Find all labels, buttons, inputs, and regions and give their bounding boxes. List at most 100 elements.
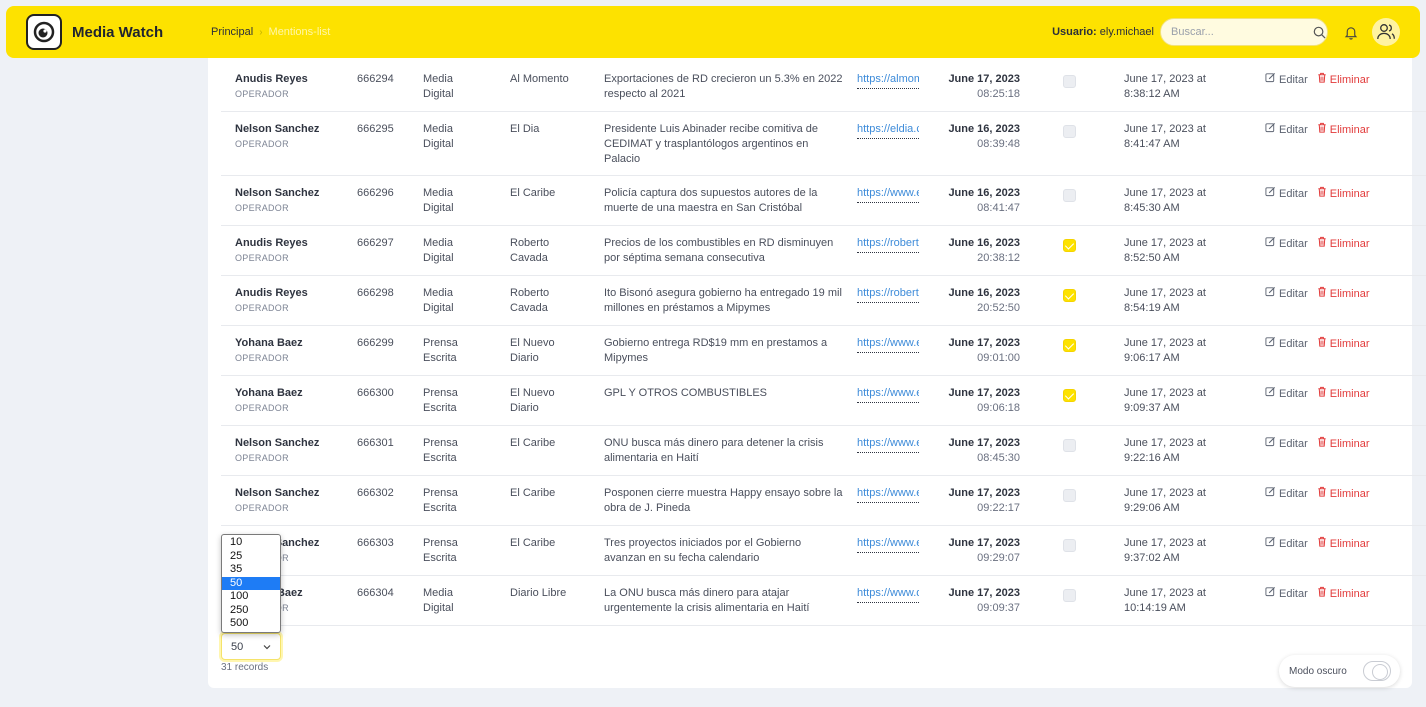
edit-label: Editar [1279, 123, 1308, 136]
edit-button[interactable]: Editar [1265, 536, 1308, 552]
users-icon[interactable] [1372, 18, 1400, 46]
operator-name: Nelson Sanchez [235, 187, 320, 199]
created-cell: June 17, 2023 at 8:38:12 AM [1124, 72, 1234, 102]
mention-link[interactable]: https://www.elnuevodiario.com.do [857, 336, 919, 353]
publish-time: 09:22:17 [977, 502, 1020, 514]
page-size-value: 50 [231, 640, 244, 653]
created-time: 9:09:37 AM [1124, 402, 1180, 414]
created-date: June 17, 2023 at [1124, 237, 1206, 249]
row-checkbox[interactable] [1063, 439, 1076, 452]
edit-button[interactable]: Editar [1265, 72, 1308, 88]
delete-button[interactable]: Eliminar [1317, 436, 1370, 452]
edit-button[interactable]: Editar [1265, 186, 1308, 202]
mention-link[interactable]: https://www.diariolibre.com [857, 586, 919, 603]
edit-button[interactable]: Editar [1265, 586, 1308, 602]
row-checkbox[interactable] [1063, 589, 1076, 602]
dark-mode-toggle[interactable] [1363, 661, 1391, 681]
row-checkbox[interactable] [1063, 289, 1076, 302]
delete-button[interactable]: Eliminar [1317, 586, 1369, 602]
operator-name: Nelson Sanchez [235, 487, 320, 499]
created-cell: June 17, 2023 at 8:52:50 AM [1124, 236, 1234, 266]
edit-icon [1265, 386, 1279, 402]
mentions-card: Anudis Reyes OPERADOR 666294 Media Digital Al… [208, 58, 1426, 688]
trash-icon [1317, 236, 1330, 252]
media-type-line1: Media [423, 123, 453, 135]
mention-link[interactable]: https://www.elcaribe.com.do [857, 436, 919, 453]
edit-button[interactable]: Editar [1265, 236, 1308, 252]
breadcrumb-home-link[interactable]: Principal [211, 26, 253, 38]
created-date: June 17, 2023 at [1124, 73, 1206, 85]
operator-name: Yohana Baez [235, 387, 303, 399]
mention-title: GPL Y OTROS COMBUSTIBLES [604, 387, 768, 399]
row-checkbox[interactable] [1063, 339, 1076, 352]
delete-button[interactable]: Eliminar [1317, 486, 1369, 502]
delete-button[interactable]: Eliminar [1317, 286, 1369, 302]
brand[interactable]: Media Watch [6, 14, 211, 50]
edit-button[interactable]: Editar [1265, 122, 1308, 138]
row-checkbox[interactable] [1063, 189, 1076, 202]
row-checkbox[interactable] [1063, 389, 1076, 402]
page-size-dropdown: 10 25 35 50 100 250 500 [221, 534, 281, 633]
mention-id: 666299 [357, 337, 394, 349]
row-actions: Editar Eliminar [1265, 586, 1369, 602]
delete-button[interactable]: Eliminar [1317, 386, 1369, 402]
media-type-line2: Digital [423, 88, 454, 100]
source-cell: El Caribe [510, 186, 580, 201]
page-size-option[interactable]: 50 [222, 576, 280, 590]
page-size-option[interactable]: 10 [222, 536, 280, 550]
delete-button[interactable]: Eliminar [1317, 72, 1369, 88]
source-cell: El Dia [510, 122, 580, 137]
edit-icon [1265, 72, 1279, 88]
source-line2: Diario [510, 402, 539, 414]
delete-button[interactable]: Eliminar [1317, 186, 1369, 202]
operator-cell: Nelson Sanchez OPERADOR [235, 486, 345, 516]
search-icon[interactable] [1313, 26, 1326, 39]
source-line2: Diario [510, 352, 539, 364]
row-checkbox[interactable] [1063, 125, 1076, 138]
page-size-option[interactable]: 25 [222, 550, 280, 564]
search-box [1160, 18, 1328, 46]
created-date: June 17, 2023 at [1124, 587, 1206, 599]
mention-link[interactable]: https://robertocavada.com [857, 286, 919, 303]
media-type-line2: Digital [423, 138, 454, 150]
delete-button[interactable]: Eliminar [1317, 122, 1369, 138]
mention-id: 666297 [357, 237, 394, 249]
mention-link[interactable]: https://eldia.com.do [857, 122, 919, 139]
delete-label: Eliminar [1329, 437, 1370, 450]
edit-button[interactable]: Editar [1265, 336, 1308, 352]
topbar-right: Usuario: ely.michael [1052, 18, 1420, 46]
mention-link[interactable]: https://almomento.net [857, 72, 919, 89]
row-checkbox[interactable] [1063, 539, 1076, 552]
table-row: Anudis Reyes OPERADOR 666294 Media Digital Al… [221, 62, 1426, 112]
page-size-option[interactable]: 500 [222, 617, 280, 631]
operator-role: OPERADOR [235, 503, 289, 513]
page-size-select[interactable]: 50 [221, 633, 281, 660]
mention-link[interactable]: https://robertocavada.com [857, 236, 919, 253]
page-size-option[interactable]: 100 [222, 590, 280, 604]
operator-cell: Nelson Sanchez OPERADOR [235, 122, 345, 152]
edit-button[interactable]: Editar [1265, 286, 1308, 302]
search-input[interactable] [1171, 26, 1313, 38]
bell-icon[interactable] [1344, 25, 1358, 40]
page-size-option[interactable]: 35 [222, 563, 280, 577]
mention-link[interactable]: https://www.elnuevodiario.com.do [857, 386, 919, 403]
page-size-option[interactable]: 250 [222, 604, 280, 618]
mention-id: 666294 [357, 73, 394, 85]
row-checkbox[interactable] [1063, 239, 1076, 252]
media-type-line1: Media [423, 587, 453, 599]
table-row: Nelson Sanchez OPERADOR 666295 Media Digital… [221, 112, 1426, 176]
delete-button[interactable]: Eliminar [1317, 336, 1369, 352]
mention-link[interactable]: https://www.elcaribe.com.do [857, 486, 919, 503]
row-checkbox[interactable] [1063, 489, 1076, 502]
edit-button[interactable]: Editar [1265, 386, 1308, 402]
delete-button[interactable]: Eliminar [1317, 236, 1369, 252]
edit-button[interactable]: Editar [1265, 436, 1308, 452]
edit-button[interactable]: Editar [1265, 486, 1308, 502]
trash-icon [1317, 186, 1330, 202]
source-line1: El Caribe [510, 437, 556, 449]
row-checkbox[interactable] [1063, 75, 1076, 88]
breadcrumb-current: Mentions-list [268, 26, 331, 38]
delete-button[interactable]: Eliminar [1317, 536, 1369, 552]
mention-link[interactable]: https://www.elcaribe.com.do [857, 536, 919, 553]
mention-link[interactable]: https://www.elcaribe.com.do [857, 186, 919, 203]
